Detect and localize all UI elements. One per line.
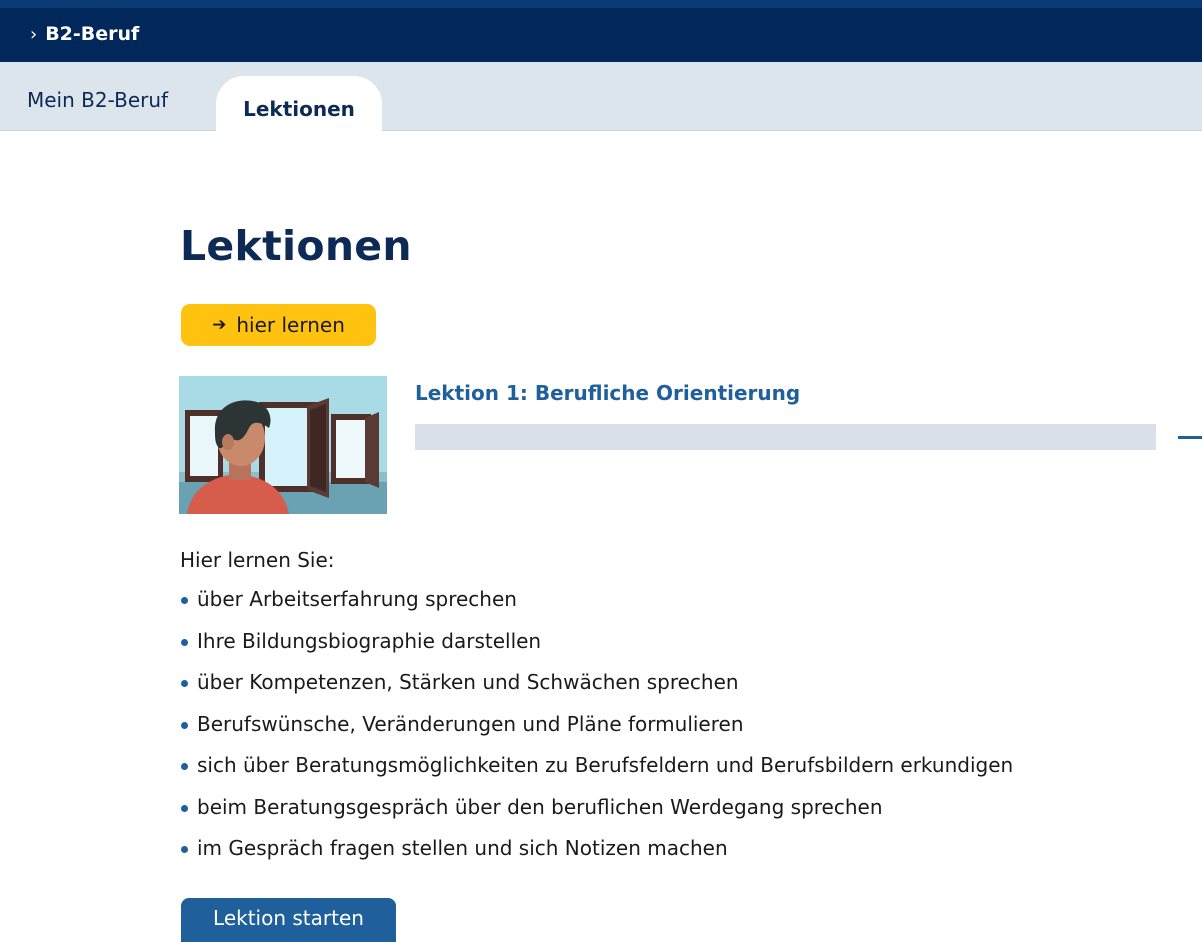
lesson-thumbnail[interactable] [179, 376, 387, 514]
list-item: über Arbeitserfahrung sprechen [180, 587, 1013, 629]
tab-bar: Mein B2-Beruf Lektionen [0, 62, 1202, 131]
lesson-goals-list: über Arbeitserfahrung sprechen Ihre Bild… [180, 587, 1013, 878]
goal-text: über Arbeitserfahrung sprechen [197, 587, 517, 611]
tab-mein-b2-beruf[interactable]: Mein B2-Beruf [27, 88, 168, 112]
start-lesson-button[interactable]: Lektion starten [181, 898, 396, 942]
lesson-intro: Hier lernen Sie: [180, 548, 335, 572]
goal-text: Ihre Bildungsbiographie darstellen [197, 628, 542, 653]
chevron-right-icon: › [30, 23, 38, 45]
list-item: beim Beratungsgespräch über den beruflic… [180, 795, 1013, 837]
goal-text: Berufswünsche, Veränderungen und Pläne f… [197, 711, 744, 736]
bullet-dot-icon [181, 763, 188, 770]
learn-here-label: hier lernen [236, 313, 345, 337]
minus-icon[interactable] [1178, 436, 1202, 439]
list-item: über Kompetenzen, Stärken und Schwächen … [180, 670, 1013, 712]
list-item: Berufswünsche, Veränderungen und Pläne f… [180, 712, 1013, 754]
list-item: im Gespräch fragen stellen und sich Noti… [180, 836, 1013, 878]
breadcrumb-label[interactable]: B2-Beruf [45, 23, 139, 45]
list-item: sich über Beratungsmöglichkeiten zu Beru… [180, 753, 1013, 795]
goal-text: beim Beratungsgespräch über den beruflic… [197, 794, 883, 819]
bullet-dot-icon [181, 597, 188, 604]
tab-lektionen[interactable]: Lektionen [216, 76, 382, 131]
bullet-dot-icon [181, 721, 188, 729]
goal-text: sich über Beratungsmöglichkeiten zu Beru… [197, 753, 1014, 777]
top-bar: › B2-Beruf [0, 0, 1202, 62]
bullet-dot-icon [181, 680, 188, 687]
lesson-progress-bar [415, 424, 1156, 450]
goal-text: im Gespräch fragen stellen und sich Noti… [197, 836, 728, 860]
man-at-window-illustration [179, 376, 387, 514]
goal-text: über Kompetenzen, Stärken und Schwächen … [197, 670, 739, 694]
learn-here-button[interactable]: ➔ hier lernen [181, 304, 376, 346]
list-item: Ihre Bildungsbiographie darstellen [180, 629, 1013, 671]
bullet-dot-icon [181, 846, 188, 853]
page-title: Lektionen [180, 222, 412, 270]
arrow-right-icon: ➔ [212, 315, 227, 335]
bullet-dot-icon [181, 804, 188, 812]
breadcrumb[interactable]: › B2-Beruf [30, 23, 139, 45]
lesson-title-link[interactable]: Lektion 1: Berufliche Orientierung [415, 381, 800, 405]
bullet-dot-icon [181, 638, 188, 646]
